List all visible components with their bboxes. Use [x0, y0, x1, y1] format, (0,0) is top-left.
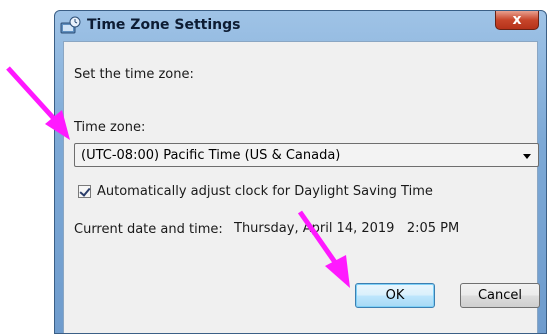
dst-checkbox-label[interactable]: Automatically adjust clock for Daylight …	[97, 184, 433, 199]
dropdown-arrow-icon[interactable]	[523, 154, 531, 159]
ok-button[interactable]: OK	[355, 283, 435, 308]
current-datetime-value: Thursday, April 14, 2019 2:05 PM	[234, 221, 460, 236]
checkmark-icon	[79, 185, 91, 197]
current-datetime-label: Current date and time:	[74, 222, 223, 237]
dialog-client-area: Set the time zone: Time zone: (UTC-08:00…	[63, 41, 540, 333]
cancel-button[interactable]: Cancel	[460, 283, 540, 308]
window-title: Time Zone Settings	[87, 17, 241, 33]
time-zone-settings-window: Time Zone Settings x Set the time zone: …	[54, 10, 547, 334]
clock-settings-icon	[60, 16, 82, 34]
timezone-dropdown[interactable]: (UTC-08:00) Pacific Time (US & Canada)	[74, 143, 539, 167]
timezone-label: Time zone:	[74, 120, 146, 135]
dst-checkbox[interactable]	[78, 185, 91, 198]
title-bar[interactable]: Time Zone Settings x	[55, 11, 546, 40]
timezone-selected-value: (UTC-08:00) Pacific Time (US & Canada)	[81, 148, 341, 163]
close-button[interactable]: x	[495, 11, 539, 30]
instruction-text: Set the time zone:	[74, 67, 194, 82]
